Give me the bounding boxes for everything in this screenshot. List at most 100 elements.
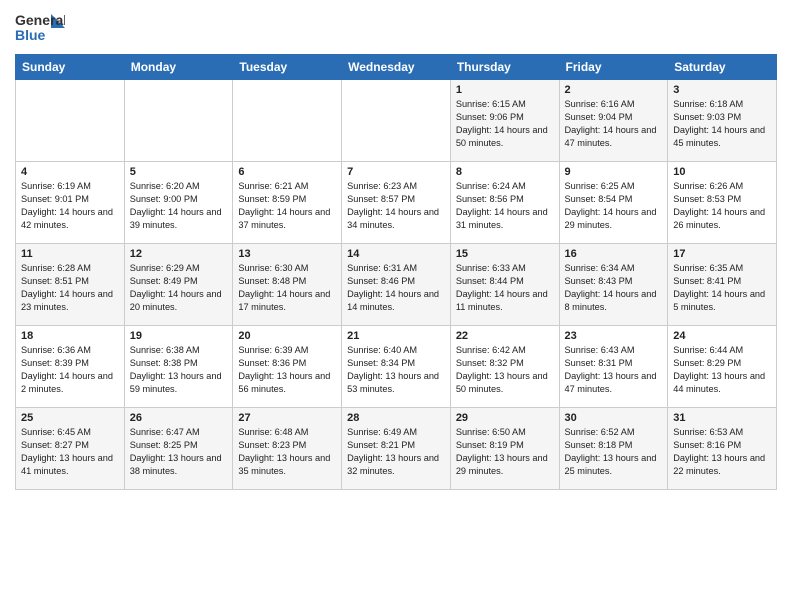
- calendar-table: SundayMondayTuesdayWednesdayThursdayFrid…: [15, 54, 777, 490]
- logo: GeneralBlue: [15, 10, 65, 46]
- day-content: Sunrise: 6:20 AM Sunset: 9:00 PM Dayligh…: [130, 180, 228, 232]
- week-row-5: 25 Sunrise: 6:45 AM Sunset: 8:27 PM Dayli…: [16, 408, 777, 490]
- week-row-3: 11 Sunrise: 6:28 AM Sunset: 8:51 PM Dayli…: [16, 244, 777, 326]
- day-content: Sunrise: 6:48 AM Sunset: 8:23 PM Dayligh…: [238, 426, 336, 478]
- day-cell: 19 Sunrise: 6:38 AM Sunset: 8:38 PM Dayli…: [124, 326, 233, 408]
- day-cell: 31 Sunrise: 6:53 AM Sunset: 8:16 PM Dayli…: [668, 408, 777, 490]
- day-number: 14: [347, 248, 445, 260]
- day-content: Sunrise: 6:44 AM Sunset: 8:29 PM Dayligh…: [673, 344, 771, 396]
- day-cell: 8 Sunrise: 6:24 AM Sunset: 8:56 PM Daylig…: [450, 162, 559, 244]
- day-number: 11: [21, 248, 119, 260]
- day-content: Sunrise: 6:35 AM Sunset: 8:41 PM Dayligh…: [673, 262, 771, 314]
- day-content: Sunrise: 6:28 AM Sunset: 8:51 PM Dayligh…: [21, 262, 119, 314]
- day-number: 6: [238, 166, 336, 178]
- day-content: Sunrise: 6:36 AM Sunset: 8:39 PM Dayligh…: [21, 344, 119, 396]
- week-row-1: 1 Sunrise: 6:15 AM Sunset: 9:06 PM Daylig…: [16, 80, 777, 162]
- day-cell: 28 Sunrise: 6:49 AM Sunset: 8:21 PM Dayli…: [342, 408, 451, 490]
- day-content: Sunrise: 6:26 AM Sunset: 8:53 PM Dayligh…: [673, 180, 771, 232]
- day-content: Sunrise: 6:38 AM Sunset: 8:38 PM Dayligh…: [130, 344, 228, 396]
- day-content: Sunrise: 6:31 AM Sunset: 8:46 PM Dayligh…: [347, 262, 445, 314]
- day-cell: 3 Sunrise: 6:18 AM Sunset: 9:03 PM Daylig…: [668, 80, 777, 162]
- header-cell-sunday: Sunday: [16, 55, 125, 80]
- day-content: Sunrise: 6:40 AM Sunset: 8:34 PM Dayligh…: [347, 344, 445, 396]
- day-number: 20: [238, 330, 336, 342]
- day-content: Sunrise: 6:45 AM Sunset: 8:27 PM Dayligh…: [21, 426, 119, 478]
- day-content: Sunrise: 6:18 AM Sunset: 9:03 PM Dayligh…: [673, 98, 771, 150]
- day-number: 15: [456, 248, 554, 260]
- day-content: Sunrise: 6:25 AM Sunset: 8:54 PM Dayligh…: [565, 180, 663, 232]
- day-content: Sunrise: 6:19 AM Sunset: 9:01 PM Dayligh…: [21, 180, 119, 232]
- day-cell: 23Sunrise: 6:43 AM Sunset: 8:31 PM Dayli…: [559, 326, 668, 408]
- day-content: Sunrise: 6:33 AM Sunset: 8:44 PM Dayligh…: [456, 262, 554, 314]
- page-container: GeneralBlue SundayMondayTuesdayWednesday…: [0, 0, 792, 495]
- day-content: Sunrise: 6:29 AM Sunset: 8:49 PM Dayligh…: [130, 262, 228, 314]
- day-number: 9: [565, 166, 663, 178]
- day-cell: 12 Sunrise: 6:29 AM Sunset: 8:49 PM Dayli…: [124, 244, 233, 326]
- day-cell: [342, 80, 451, 162]
- header-cell-monday: Monday: [124, 55, 233, 80]
- header: GeneralBlue: [15, 10, 777, 46]
- day-cell: 14 Sunrise: 6:31 AM Sunset: 8:46 PM Dayli…: [342, 244, 451, 326]
- day-cell: 5 Sunrise: 6:20 AM Sunset: 9:00 PM Daylig…: [124, 162, 233, 244]
- day-number: 30: [565, 412, 663, 424]
- day-number: 21: [347, 330, 445, 342]
- day-content: Sunrise: 6:42 AM Sunset: 8:32 PM Dayligh…: [456, 344, 554, 396]
- day-cell: 6 Sunrise: 6:21 AM Sunset: 8:59 PM Daylig…: [233, 162, 342, 244]
- day-cell: 29 Sunrise: 6:50 AM Sunset: 8:19 PM Dayli…: [450, 408, 559, 490]
- day-number: 10: [673, 166, 771, 178]
- day-content: Sunrise: 6:15 AM Sunset: 9:06 PM Dayligh…: [456, 98, 554, 150]
- day-content: Sunrise: 6:47 AM Sunset: 8:25 PM Dayligh…: [130, 426, 228, 478]
- header-cell-friday: Friday: [559, 55, 668, 80]
- day-content: Sunrise: 6:16 AM Sunset: 9:04 PM Dayligh…: [565, 98, 663, 150]
- day-number: 3: [673, 84, 771, 96]
- day-cell: 11 Sunrise: 6:28 AM Sunset: 8:51 PM Dayli…: [16, 244, 125, 326]
- day-number: 2: [565, 84, 663, 96]
- day-number: 1: [456, 84, 554, 96]
- day-cell: 26 Sunrise: 6:47 AM Sunset: 8:25 PM Dayli…: [124, 408, 233, 490]
- day-cell: 25 Sunrise: 6:45 AM Sunset: 8:27 PM Dayli…: [16, 408, 125, 490]
- header-cell-wednesday: Wednesday: [342, 55, 451, 80]
- day-number: 31: [673, 412, 771, 424]
- day-number: 12: [130, 248, 228, 260]
- day-number: 4: [21, 166, 119, 178]
- day-content: Sunrise: 6:49 AM Sunset: 8:21 PM Dayligh…: [347, 426, 445, 478]
- day-content: Sunrise: 6:24 AM Sunset: 8:56 PM Dayligh…: [456, 180, 554, 232]
- day-number: 5: [130, 166, 228, 178]
- header-row: SundayMondayTuesdayWednesdayThursdayFrid…: [16, 55, 777, 80]
- day-number: 24: [673, 330, 771, 342]
- day-content: Sunrise: 6:21 AM Sunset: 8:59 PM Dayligh…: [238, 180, 336, 232]
- day-number: 17: [673, 248, 771, 260]
- day-cell: 17 Sunrise: 6:35 AM Sunset: 8:41 PM Dayli…: [668, 244, 777, 326]
- day-content: Sunrise: 6:43 AM Sunset: 8:31 PM Dayligh…: [565, 344, 663, 396]
- day-cell: [124, 80, 233, 162]
- day-cell: [233, 80, 342, 162]
- day-cell: 22 Sunrise: 6:42 AM Sunset: 8:32 PM Dayli…: [450, 326, 559, 408]
- logo-triangle-icon: GeneralBlue: [15, 10, 65, 46]
- day-cell: 24 Sunrise: 6:44 AM Sunset: 8:29 PM Dayli…: [668, 326, 777, 408]
- day-cell: 13Sunrise: 6:30 AM Sunset: 8:48 PM Dayli…: [233, 244, 342, 326]
- day-number: 7: [347, 166, 445, 178]
- day-cell: 21 Sunrise: 6:40 AM Sunset: 8:34 PM Dayli…: [342, 326, 451, 408]
- day-content: Sunrise: 6:53 AM Sunset: 8:16 PM Dayligh…: [673, 426, 771, 478]
- day-number: 8: [456, 166, 554, 178]
- day-cell: 16Sunrise: 6:34 AM Sunset: 8:43 PM Dayli…: [559, 244, 668, 326]
- day-number: 19: [130, 330, 228, 342]
- day-content: Sunrise: 6:50 AM Sunset: 8:19 PM Dayligh…: [456, 426, 554, 478]
- day-content: Sunrise: 6:52 AM Sunset: 8:18 PM Dayligh…: [565, 426, 663, 478]
- day-cell: 7 Sunrise: 6:23 AM Sunset: 8:57 PM Daylig…: [342, 162, 451, 244]
- day-number: 22: [456, 330, 554, 342]
- svg-text:Blue: Blue: [15, 27, 46, 43]
- day-number: 28: [347, 412, 445, 424]
- day-cell: 20Sunrise: 6:39 AM Sunset: 8:36 PM Dayli…: [233, 326, 342, 408]
- day-number: 13: [238, 248, 336, 260]
- day-number: 27: [238, 412, 336, 424]
- header-cell-tuesday: Tuesday: [233, 55, 342, 80]
- day-cell: 2 Sunrise: 6:16 AM Sunset: 9:04 PM Daylig…: [559, 80, 668, 162]
- day-content: Sunrise: 6:34 AM Sunset: 8:43 PM Dayligh…: [565, 262, 663, 314]
- day-content: Sunrise: 6:23 AM Sunset: 8:57 PM Dayligh…: [347, 180, 445, 232]
- day-number: 26: [130, 412, 228, 424]
- day-cell: 27 Sunrise: 6:48 AM Sunset: 8:23 PM Dayli…: [233, 408, 342, 490]
- day-number: 18: [21, 330, 119, 342]
- day-number: 25: [21, 412, 119, 424]
- day-number: 29: [456, 412, 554, 424]
